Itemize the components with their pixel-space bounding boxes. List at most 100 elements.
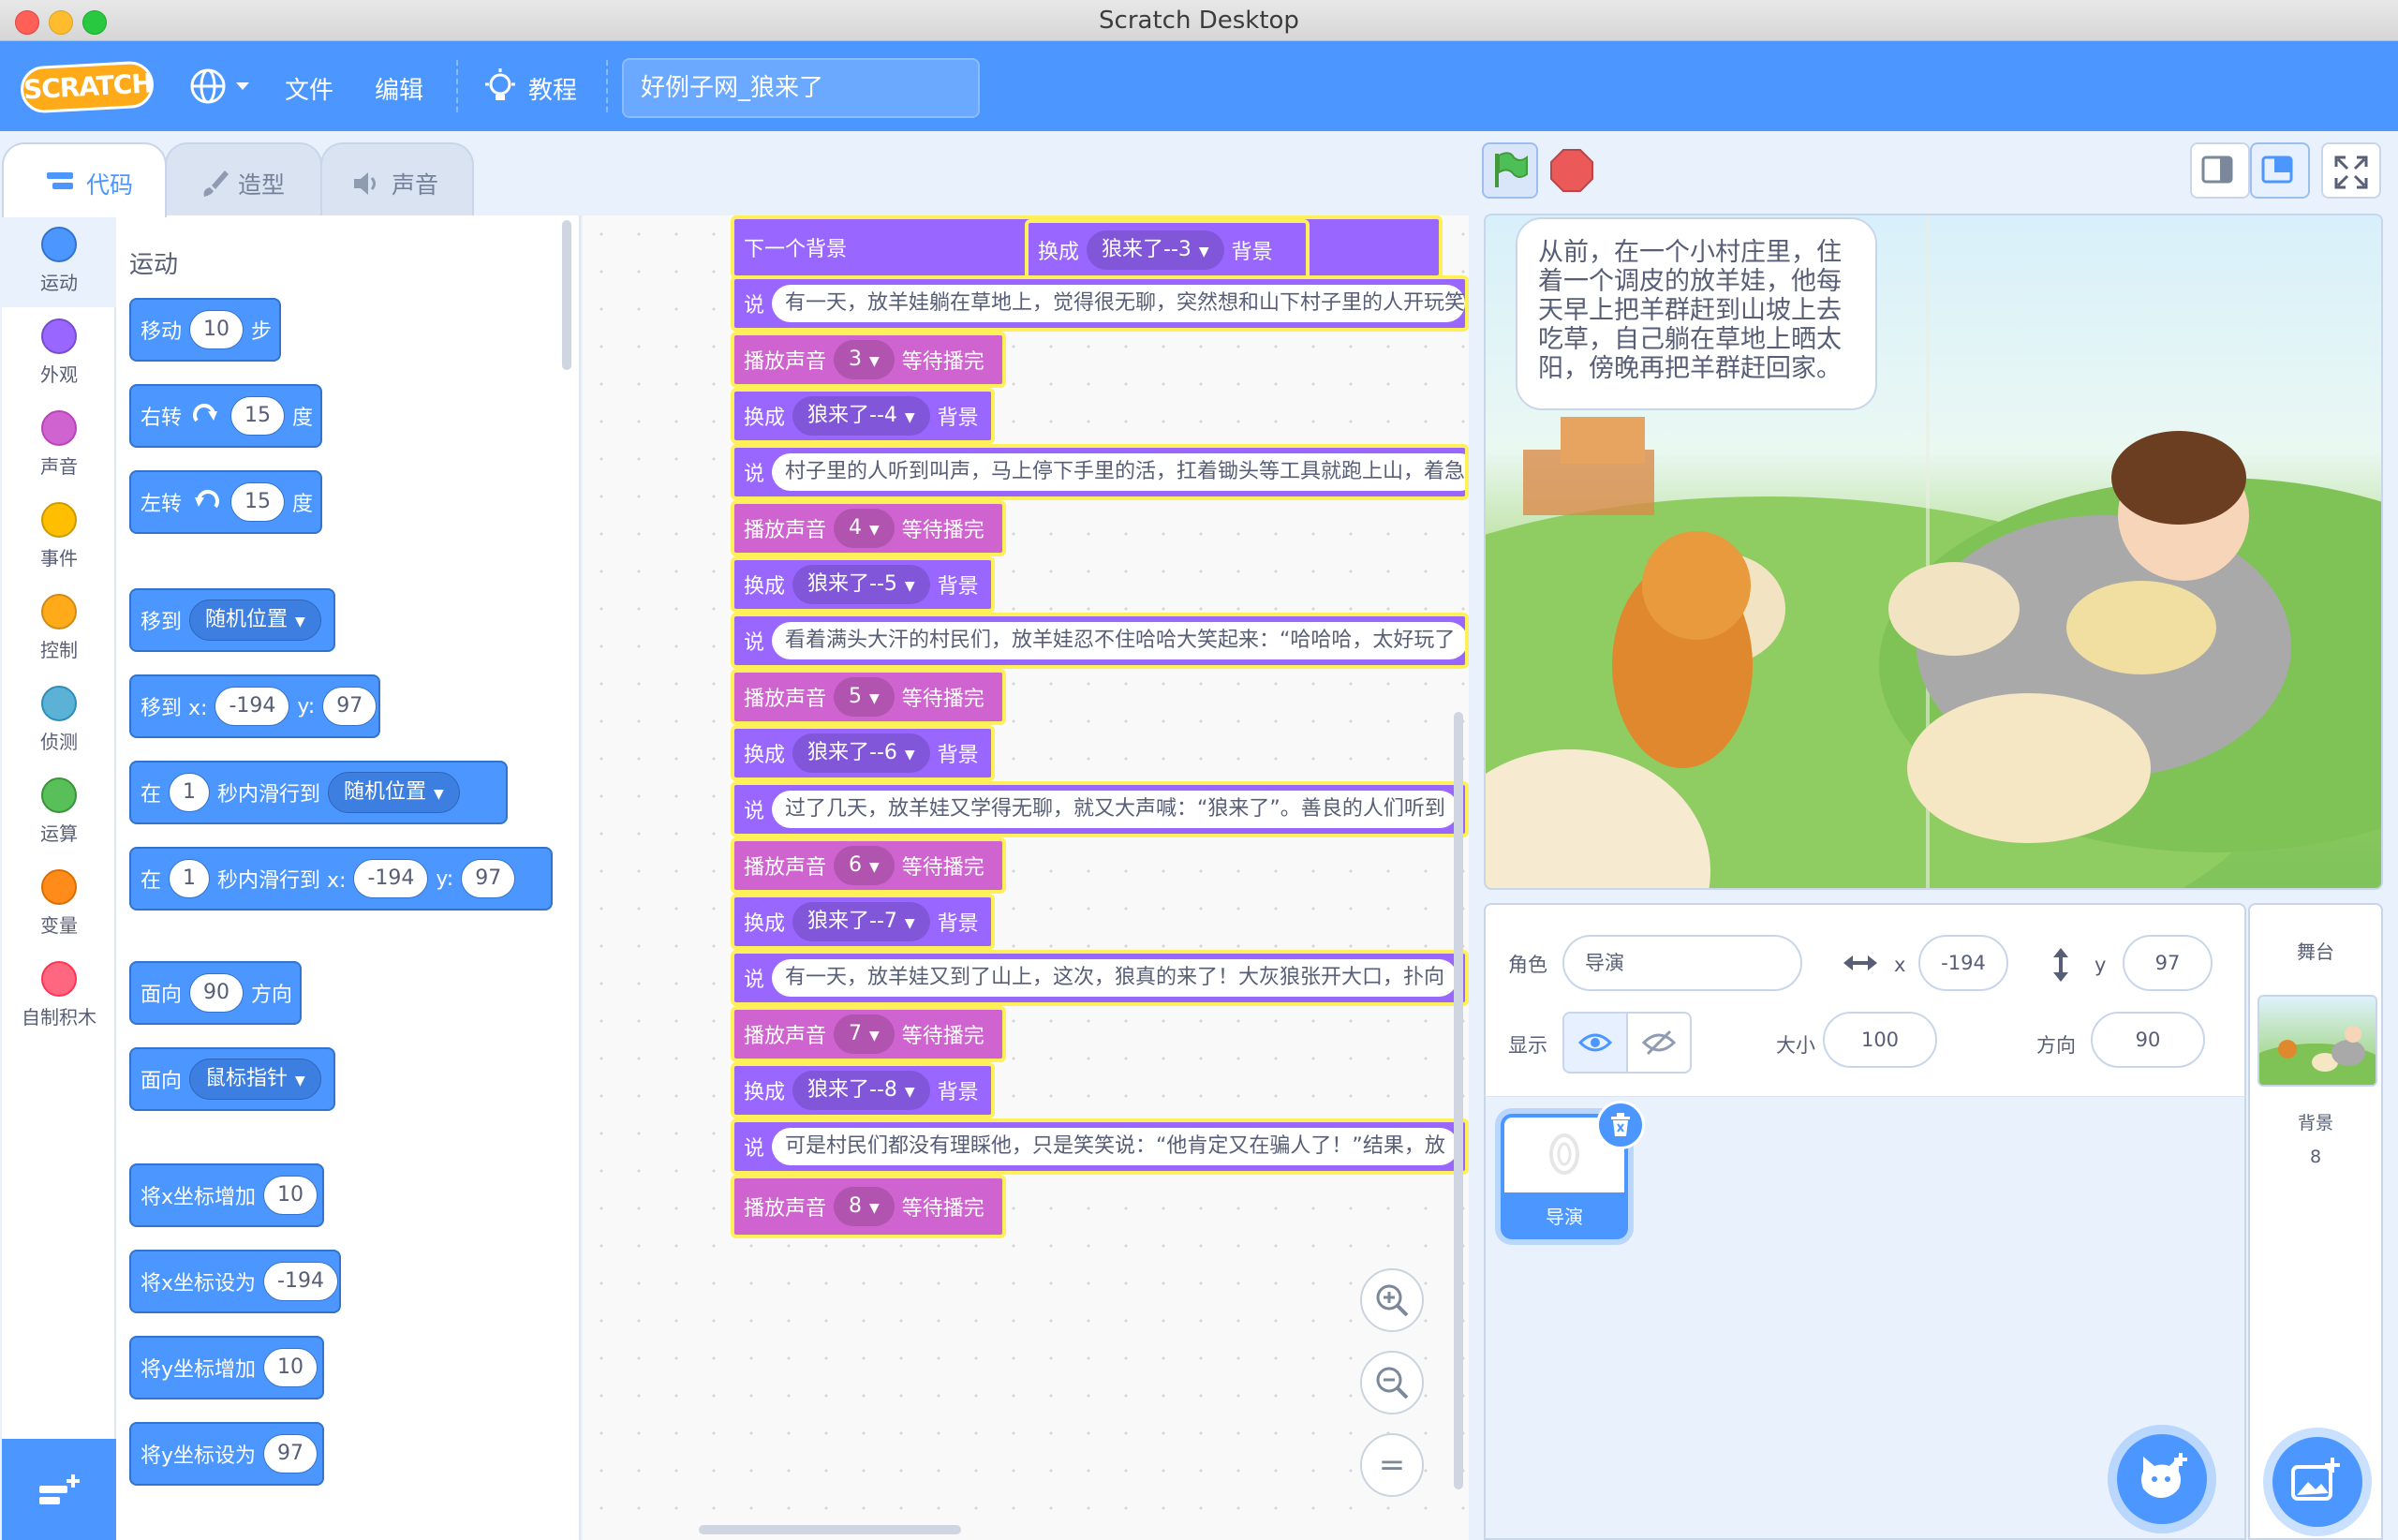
direction-input[interactable]: 90 <box>2091 1012 2205 1068</box>
point-target-dropdown[interactable]: 鼠标指针 ▼ <box>189 1059 321 1100</box>
x-input[interactable]: -194 <box>215 687 290 726</box>
category-variables[interactable]: 变量 <box>2 858 116 950</box>
play-sound-block[interactable]: 播放声音 3 ▼ 等待播完 <box>731 332 1006 388</box>
delete-sprite-button[interactable] <box>1596 1101 1645 1149</box>
say-text-input[interactable]: 有一天，放羊娃躺在草地上，觉得很无聊，突然想和山下村子里的人开玩笑 <box>772 285 1465 322</box>
category-sound[interactable]: 声音 <box>2 399 116 491</box>
category-sensing[interactable]: 侦测 <box>2 674 116 766</box>
backdrop-dropdown[interactable]: 狼来了--8 ▼ <box>792 1071 930 1110</box>
x-set-input[interactable]: -194 <box>263 1262 338 1301</box>
degrees-input[interactable]: 15 <box>230 396 286 436</box>
play-sound-block[interactable]: 播放声音 4 ▼ 等待播完 <box>731 500 1006 556</box>
glide-block[interactable]: 在 1 秒内滑行到 随机位置 ▼ <box>129 761 508 824</box>
seconds-input[interactable]: 1 <box>169 773 211 812</box>
workspace-vertical-scrollbar[interactable] <box>1454 712 1463 1489</box>
edit-menu[interactable]: 编辑 <box>375 71 423 106</box>
glide-xy-block[interactable]: 在 1 秒内滑行到 x: -194 y: 97 <box>129 847 553 911</box>
backdrop-dropdown[interactable]: 狼来了--5 ▼ <box>792 565 930 604</box>
fullscreen-button[interactable] <box>2321 142 2381 199</box>
point-direction-block[interactable]: 面向 90 方向 <box>129 961 302 1025</box>
play-sound-block[interactable]: 播放声音 5 ▼ 等待播完 <box>731 669 1006 725</box>
zoom-in-button[interactable] <box>1360 1268 1424 1332</box>
say-block[interactable]: 说可是村民们都没有理睬他，只是笑笑说：“他肯定又在骗人了！”结果，放 <box>731 1118 1469 1175</box>
switch-backdrop-block[interactable]: 换成 狼来了--5 ▼ 背景 <box>731 556 995 613</box>
point-towards-block[interactable]: 面向 鼠标指针 ▼ <box>129 1047 335 1111</box>
category-motion[interactable]: 运动 <box>2 215 116 307</box>
x-change-input[interactable]: 10 <box>263 1176 318 1215</box>
set-y-block[interactable]: 将y坐标设为 97 <box>129 1422 324 1486</box>
sound-dropdown[interactable]: 4 ▼ <box>834 509 895 548</box>
y-input[interactable]: 97 <box>2123 935 2213 991</box>
y-input[interactable]: 97 <box>322 687 377 726</box>
play-sound-block[interactable]: 播放声音 7 ▼ 等待播完 <box>731 1006 1006 1062</box>
say-text-input[interactable]: 村子里的人听到叫声，马上停下手里的活，扛着锄头等工具就跑上山，着急 <box>772 453 1465 491</box>
degrees-input[interactable]: 15 <box>230 482 286 522</box>
file-menu[interactable]: 文件 <box>285 71 333 106</box>
switch-backdrop-block[interactable]: 换成 狼来了--8 ▼ 背景 <box>731 1062 995 1118</box>
say-text-input[interactable]: 过了几天，放羊娃又学得无聊，就又大声喊：“狼来了”。善良的人们听到 <box>772 791 1458 828</box>
seconds-input[interactable]: 1 <box>169 859 211 898</box>
green-flag-button[interactable] <box>1482 142 1538 199</box>
backdrop-dropdown[interactable]: 狼来了--6 ▼ <box>792 733 930 773</box>
sprite-name-input[interactable]: 导演 <box>1562 935 1802 991</box>
backdrop-dropdown[interactable]: 狼来了--4 ▼ <box>792 396 930 436</box>
y-input[interactable]: 97 <box>461 859 516 898</box>
x-input[interactable]: -194 <box>1918 935 2008 991</box>
say-text-input[interactable]: 有一天，放羊娃又到了山上，这次，狼真的来了！大灰狼张开大口，扑向 <box>772 959 1458 997</box>
turn-right-block[interactable]: 右转 15 度 <box>129 384 322 448</box>
sound-dropdown[interactable]: 7 ▼ <box>834 1014 895 1054</box>
switch-backdrop-block[interactable]: 换成 狼来了--7 ▼ 背景 <box>731 894 995 950</box>
move-steps-block[interactable]: 移动 10 步 <box>129 298 281 362</box>
category-operators[interactable]: 运算 <box>2 766 116 858</box>
sound-dropdown[interactable]: 8 ▼ <box>834 1187 895 1226</box>
say-block[interactable]: 说有一天，放羊娃又到了山上，这次，狼真的来了！大灰狼张开大口，扑向 <box>731 950 1469 1006</box>
zoom-out-button[interactable] <box>1360 1351 1424 1414</box>
direction-input[interactable]: 90 <box>189 973 244 1013</box>
stage-target-panel[interactable]: 舞台 背景 8 <box>2248 903 2383 1540</box>
sound-dropdown[interactable]: 5 ▼ <box>834 677 895 717</box>
palette-scrollbar[interactable] <box>562 220 571 370</box>
hide-sprite-button[interactable] <box>1626 1012 1692 1074</box>
tab-code[interactable]: 代码 <box>2 142 167 217</box>
say-block[interactable]: 说过了几天，放羊娃又学得无聊，就又大声喊：“狼来了”。善良的人们听到 <box>731 781 1469 837</box>
script-workspace[interactable]: 下一个背景 换成 狼来了--3 ▼ 背景 说有一天，放羊娃躺在草地上，觉得很无聊，突然… <box>583 215 1469 1540</box>
category-control[interactable]: 控制 <box>2 583 116 674</box>
switch-backdrop-block[interactable]: 换成 狼来了--6 ▼ 背景 <box>731 725 995 781</box>
turn-left-block[interactable]: 左转 15 度 <box>129 470 322 534</box>
backdrop-dropdown[interactable]: 狼来了--7 ▼ <box>792 902 930 941</box>
goto-target-dropdown[interactable]: 随机位置 ▼ <box>189 600 321 641</box>
category-my-blocks[interactable]: 自制积木 <box>2 950 116 1042</box>
say-text-input[interactable]: 可是村民们都没有理睬他，只是笑笑说：“他肯定又在骗人了！”结果，放 <box>772 1128 1458 1165</box>
stage-canvas[interactable]: 从前，在一个小村庄里，住着一个调皮的放羊娃，他每天早上把羊群赶到山坡上去吃草，自… <box>1484 214 2383 890</box>
steps-input[interactable]: 10 <box>189 310 244 349</box>
add-extension-button[interactable] <box>2 1439 116 1540</box>
say-block[interactable]: 说有一天，放羊娃躺在草地上，觉得很无聊，突然想和山下村子里的人开玩笑 <box>731 275 1469 332</box>
change-x-block[interactable]: 将x坐标增加 10 <box>129 1163 324 1227</box>
tab-costumes[interactable]: 造型 <box>165 142 322 215</box>
glide-target-dropdown[interactable]: 随机位置 ▼ <box>328 772 460 813</box>
switch-backdrop-block[interactable]: 换成 狼来了--4 ▼ 背景 <box>731 388 995 444</box>
stop-button[interactable] <box>1549 148 1594 193</box>
set-x-block[interactable]: 将x坐标设为 -194 <box>129 1250 341 1313</box>
zoom-reset-button[interactable]: = <box>1360 1433 1424 1497</box>
size-input[interactable]: 100 <box>1823 1012 1937 1068</box>
choose-sprite-button[interactable] <box>2117 1434 2207 1524</box>
project-title-input[interactable]: 好例子网_狼来了 <box>622 58 980 118</box>
category-looks[interactable]: 外观 <box>2 307 116 399</box>
play-sound-block[interactable]: 播放声音 8 ▼ 等待播完 <box>731 1175 1006 1238</box>
say-block[interactable]: 说看着满头大汗的村民们，放羊娃忍不住哈哈大笑起来：“哈哈哈，太好玩了 <box>731 613 1469 669</box>
small-stage-button[interactable] <box>2190 142 2250 199</box>
sound-dropdown[interactable]: 6 ▼ <box>834 846 895 885</box>
play-sound-block[interactable]: 播放声音 6 ▼ 等待播完 <box>731 837 1006 894</box>
goto-xy-block[interactable]: 移到 x: -194 y: 97 <box>129 674 380 738</box>
say-block[interactable]: 说村子里的人听到叫声，马上停下手里的活，扛着锄头等工具就跑上山，着急 <box>731 444 1469 500</box>
change-y-block[interactable]: 将y坐标增加 10 <box>129 1336 324 1399</box>
language-menu[interactable] <box>189 66 230 107</box>
category-events[interactable]: 事件 <box>2 491 116 583</box>
backdrop-thumbnail[interactable] <box>2257 995 2377 1087</box>
say-text-input[interactable]: 看着满头大汗的村民们，放羊娃忍不住哈哈大笑起来：“哈哈哈，太好玩了 <box>772 622 1465 659</box>
scratch-logo[interactable]: SCRATCH <box>19 60 155 114</box>
show-sprite-button[interactable] <box>1562 1012 1628 1074</box>
workspace-horizontal-scrollbar[interactable] <box>699 1525 961 1534</box>
x-input[interactable]: -194 <box>353 859 429 898</box>
